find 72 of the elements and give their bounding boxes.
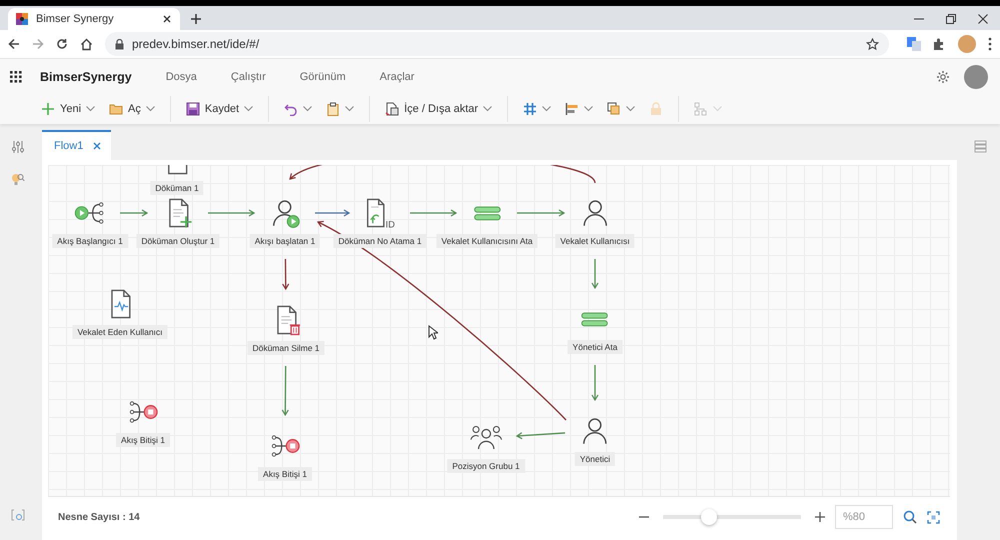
lock-icon: [115, 38, 124, 50]
caret-icon: [345, 106, 354, 112]
node-label: Döküman Silme 1: [247, 341, 325, 355]
caret-icon: [483, 106, 492, 112]
caret-icon: [303, 106, 312, 112]
toolbar-button[interactable]: İçe / Dışa aktar: [382, 98, 496, 120]
document-icon: [385, 102, 400, 116]
caret-icon: [542, 106, 552, 112]
zoom-fit-icon[interactable]: [903, 510, 917, 524]
avatar[interactable]: [964, 64, 988, 88]
node-label: Vekalet Eden Kullanıcı: [72, 325, 168, 339]
node-label: Vekalet Kullanıcısını Ata: [436, 234, 538, 248]
menu-item[interactable]: Araçlar: [366, 66, 428, 86]
pointer-icon: [428, 325, 438, 340]
toolbar-button[interactable]: Kaydet: [182, 98, 256, 120]
layers-icon: [607, 102, 622, 116]
node-label: Akış Bitişi 1: [258, 467, 312, 481]
node-label: Döküman 1: [150, 181, 204, 195]
browser-tab[interactable]: Bimser Synergy: [8, 8, 180, 30]
folder-icon: [109, 102, 124, 116]
menu-item[interactable]: Dosya: [152, 66, 211, 86]
app-grid-icon[interactable]: [10, 70, 22, 82]
hierarchy-icon: [694, 102, 708, 116]
node-label: Döküman Oluştur 1: [136, 234, 220, 248]
plus-icon: [41, 102, 55, 116]
more-icon[interactable]: [988, 37, 992, 51]
restore-icon[interactable]: [946, 14, 956, 24]
node-label: Yönetici: [574, 452, 616, 466]
caret-icon: [584, 106, 594, 112]
puzzle-icon[interactable]: [933, 38, 946, 50]
object-count: Nesne Sayısı : 14: [58, 512, 140, 522]
caret-icon: [244, 106, 254, 112]
star-icon[interactable]: [866, 38, 879, 50]
url-text: predev.bimser.net/ide/#/: [132, 37, 260, 51]
fullscreen-icon[interactable]: [927, 510, 940, 524]
tab-title: Bimser Synergy: [36, 13, 115, 25]
node-label: Yönetici Ata: [568, 340, 622, 354]
node-label: Vekalet Kullanıcısı: [555, 234, 635, 248]
slider-thumb[interactable]: [700, 509, 717, 525]
align-icon: [565, 102, 580, 116]
home-icon[interactable]: [80, 38, 93, 50]
reload-icon[interactable]: [56, 38, 68, 50]
back-icon[interactable]: [8, 38, 20, 50]
menu-item[interactable]: Görünüm: [286, 66, 360, 86]
zoom-in-icon[interactable]: [815, 512, 825, 522]
caret-icon: [713, 106, 722, 112]
undo-icon: [284, 102, 298, 116]
node-label: Döküman No Atama 1: [333, 234, 427, 248]
caret-icon: [146, 106, 155, 112]
plus-icon[interactable]: [190, 13, 202, 25]
caret-icon: [626, 106, 636, 112]
address-bar[interactable]: predev.bimser.net/ide/#/: [105, 32, 889, 56]
sliders-icon[interactable]: [12, 140, 24, 154]
node-label: Akışı başlatan 1: [250, 234, 320, 248]
app-logo-icon: [16, 13, 28, 25]
menu-item[interactable]: Çalıştır: [216, 66, 280, 86]
close-icon[interactable]: [978, 14, 988, 24]
node-label: Akış Başlangıcı 1: [52, 234, 128, 248]
grid-icon: [523, 102, 538, 116]
caret-icon: [86, 106, 96, 112]
node-label: Pozisyon Grubu 1: [447, 459, 525, 473]
node-label: Akış Bitişi 1: [116, 433, 170, 447]
settings-icon[interactable]: [936, 70, 950, 84]
toolbar-button[interactable]: Yeni: [38, 98, 98, 120]
brand-name: BimserSynergy: [40, 70, 132, 84]
close-icon[interactable]: [162, 14, 172, 24]
clipboard-icon: [326, 102, 340, 116]
translate-icon[interactable]: [907, 37, 921, 51]
toolbar-button[interactable]: Aç: [106, 98, 158, 120]
lock-icon: [649, 102, 664, 116]
bulb-search-icon[interactable]: [10, 172, 24, 186]
editor-tab[interactable]: Flow1: [42, 130, 112, 160]
